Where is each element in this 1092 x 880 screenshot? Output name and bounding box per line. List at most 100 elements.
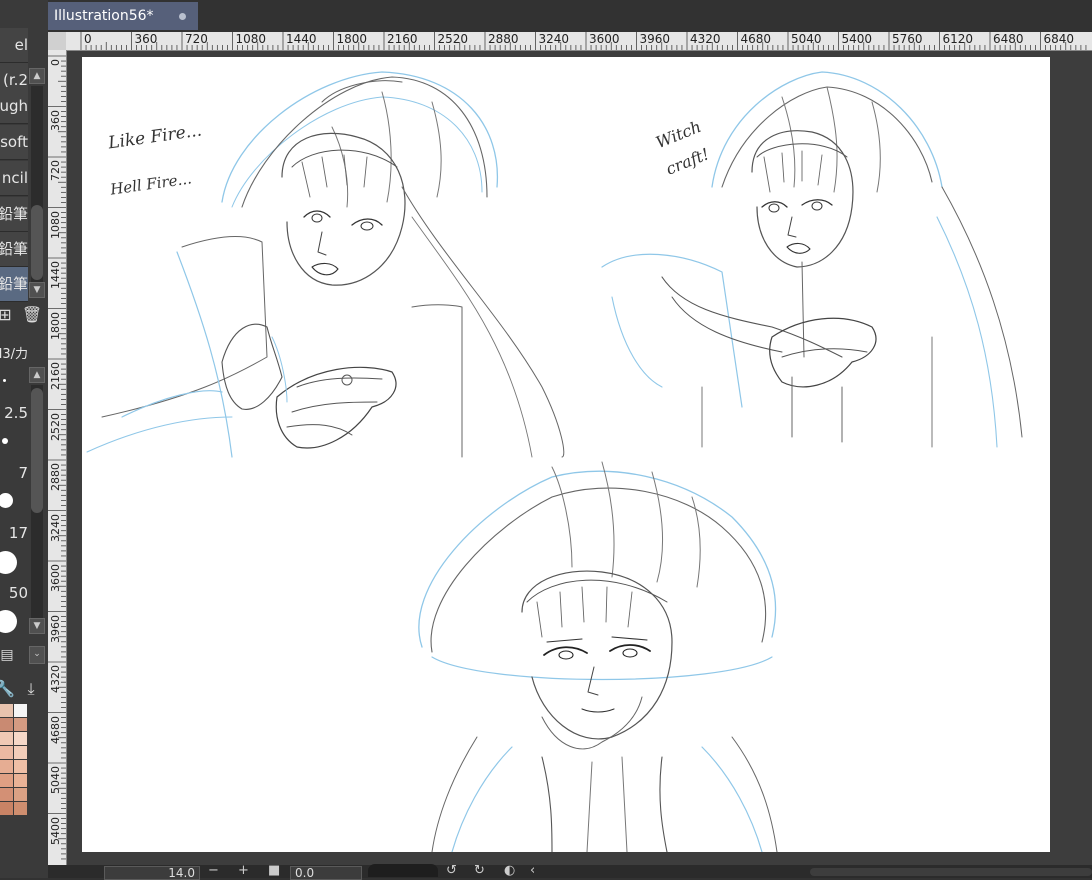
- color-swatch[interactable]: [0, 760, 13, 773]
- ruler-label: 6480: [993, 32, 1024, 46]
- scroll-down-button[interactable]: ▼: [29, 282, 45, 298]
- rotate-left-icon[interactable]: ↺: [446, 864, 457, 878]
- sketch-figure-3: [418, 461, 778, 852]
- sketch-figure-2: [601, 71, 1023, 448]
- scrollbar-thumb[interactable]: [31, 205, 43, 280]
- color-swatch[interactable]: [0, 774, 13, 787]
- color-swatch[interactable]: [14, 704, 27, 717]
- ruler-label: 4680: [740, 32, 772, 46]
- sketch-artwork: [86, 71, 1023, 852]
- ruler-label: 1440: [286, 32, 317, 46]
- brush-size-preview[interactable]: [0, 551, 17, 574]
- ruler-label: 3240: [49, 513, 62, 542]
- ruler-label: 720: [185, 32, 208, 46]
- add-icon[interactable]: ⊞: [0, 304, 16, 326]
- color-swatch[interactable]: [0, 718, 13, 731]
- zoom-in-button[interactable]: +: [238, 864, 249, 878]
- trash-icon[interactable]: 🗑: [21, 304, 43, 326]
- scrollbar-thumb[interactable]: [31, 388, 43, 513]
- ruler-label: 4320: [49, 665, 62, 693]
- brush-size-preview[interactable]: [2, 438, 8, 444]
- tab-illustration56[interactable]: Illustration56*: [48, 2, 198, 30]
- color-swatch[interactable]: [0, 704, 13, 717]
- color-swatch[interactable]: [14, 774, 27, 787]
- scroll-up-button[interactable]: ▲: [29, 68, 45, 84]
- scroll-down-button[interactable]: ▼: [29, 618, 45, 634]
- chevron-down-icon[interactable]: ⌄: [29, 646, 45, 664]
- color-swatch[interactable]: [14, 760, 27, 773]
- scroll-up-button[interactable]: ▲: [29, 367, 45, 383]
- ruler-label: 5040: [791, 32, 822, 46]
- ruler-label: 1080: [49, 210, 62, 239]
- unsaved-dot-icon[interactable]: [179, 13, 186, 20]
- brush-item[interactable]: ugh: [0, 89, 28, 124]
- brush-item-selected[interactable]: 鉛筆: [0, 267, 28, 302]
- zoom-out-button[interactable]: −: [208, 864, 219, 878]
- ruler-label: 1800: [49, 311, 62, 340]
- ruler-label: 3600: [49, 564, 62, 592]
- ruler-label: 3960: [639, 32, 671, 46]
- ruler-label: 3960: [49, 614, 62, 643]
- brush-item[interactable]: 鉛筆: [0, 232, 28, 267]
- horizontal-scrollbar[interactable]: [810, 868, 1092, 876]
- wrench-icon[interactable]: 🔧: [0, 678, 16, 700]
- color-swatch[interactable]: [14, 732, 27, 745]
- ruler-label: 3600: [589, 32, 620, 46]
- vertical-ruler[interactable]: 0 360 720 1080 1440 1800 2160 2520 2880 3240 3600 3…: [48, 50, 67, 865]
- ruler-ticks: [80, 32, 1087, 50]
- ruler-label: 5400: [841, 32, 873, 46]
- ruler-corner: [48, 32, 66, 50]
- ruler-label: 720: [49, 160, 62, 181]
- ruler-label: 2160: [49, 362, 62, 390]
- color-swatch[interactable]: [14, 788, 27, 801]
- ruler-label: 2160: [387, 32, 418, 46]
- ruler-label: 2520: [49, 412, 62, 441]
- ruler-label: 5760: [892, 32, 923, 46]
- subtool-panel: el r.2) ugh soft ncil 鉛筆 鉛筆 鉛筆 ▲ ▼ ⊞ 🗑 n…: [0, 0, 48, 878]
- ruler-label: 4320: [690, 32, 721, 46]
- film-icon[interactable]: ▤: [0, 644, 18, 666]
- brush-item[interactable]: el: [0, 28, 28, 63]
- brush-size-value[interactable]: 50: [0, 584, 28, 602]
- rotate-right-icon[interactable]: ↻: [474, 864, 485, 878]
- ruler-label: 3240: [538, 32, 570, 46]
- brush-item[interactable]: soft: [0, 125, 28, 160]
- drawing-canvas[interactable]: Like Fire... Hell Fire... Witch craft!: [82, 57, 1050, 852]
- horizontal-ruler[interactable]: 0 360 720 1080 1440 1800 2160 2520 2880 3240 3600 3…: [66, 32, 1092, 51]
- ruler-label: 2520: [437, 32, 469, 46]
- color-swatch[interactable]: [0, 802, 13, 815]
- ruler-label: 4680: [49, 715, 62, 744]
- ruler-label: 6120: [942, 32, 974, 46]
- ruler-label: 360: [134, 32, 158, 46]
- ruler-label: 1800: [336, 32, 368, 46]
- brush-item[interactable]: ncil: [0, 161, 28, 196]
- brush-size-value[interactable]: 2.5: [0, 404, 28, 422]
- flip-icon[interactable]: ◐: [504, 864, 515, 878]
- color-swatch[interactable]: [0, 746, 13, 759]
- brush-item[interactable]: 鉛筆: [0, 197, 28, 232]
- color-swatch[interactable]: [14, 746, 27, 759]
- color-swatch[interactable]: [14, 718, 27, 731]
- brush-size-preview[interactable]: [3, 379, 6, 382]
- color-swatch[interactable]: [14, 802, 27, 815]
- brush-size-value[interactable]: 17: [0, 524, 28, 542]
- ruler-label: 2880: [49, 463, 62, 491]
- ruler-label: 0: [49, 59, 62, 66]
- ruler-label: 1080: [235, 32, 267, 46]
- color-swatch[interactable]: [0, 732, 13, 745]
- brush-name-label: ncil3/力: [0, 347, 28, 362]
- brush-size-preview[interactable]: [0, 610, 17, 633]
- chevron-left-icon[interactable]: ‹: [530, 864, 535, 878]
- brush-size-value[interactable]: 7: [0, 464, 28, 482]
- ruler-label: 2880: [488, 32, 519, 46]
- ruler-label: 360: [49, 109, 62, 131]
- import-icon[interactable]: ⤓: [20, 678, 42, 700]
- fit-icon[interactable]: ■: [268, 864, 280, 878]
- ruler-label: 5400: [49, 816, 62, 845]
- brush-size-preview[interactable]: [0, 493, 13, 508]
- ruler-label: 5040: [49, 766, 62, 794]
- ruler-label: 1440: [49, 261, 62, 289]
- rotation-slider[interactable]: [368, 864, 438, 877]
- ruler-label: 0: [84, 32, 92, 46]
- color-swatch[interactable]: [0, 788, 13, 801]
